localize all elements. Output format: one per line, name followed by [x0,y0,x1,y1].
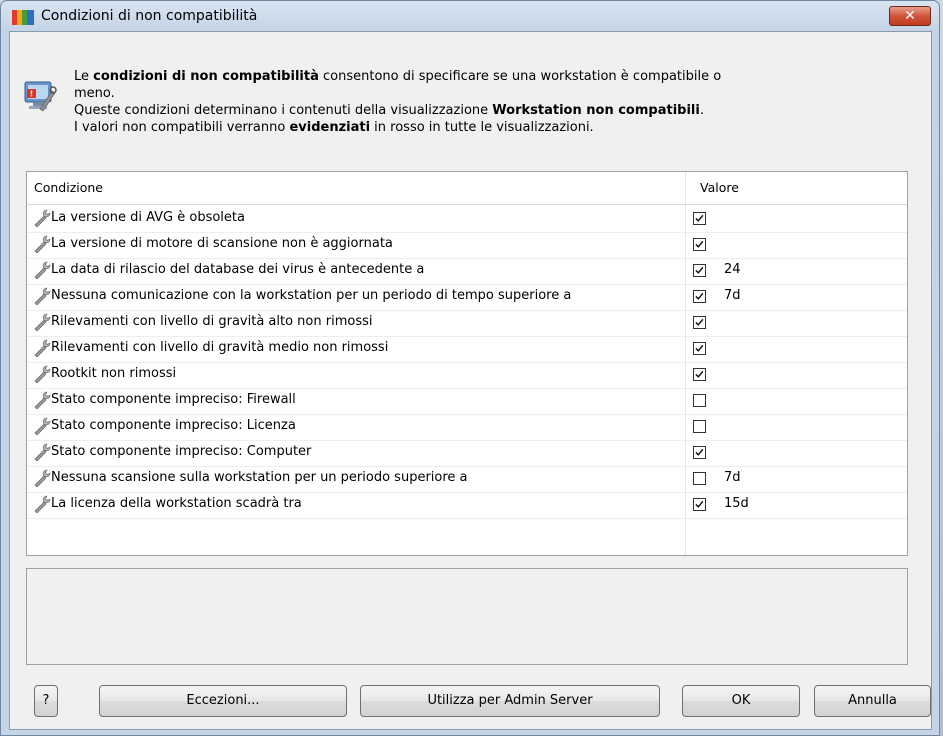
checkmark-icon [695,344,704,352]
condition-checkbox[interactable] [693,212,706,225]
condition-checkbox[interactable] [693,498,706,511]
checkmark-icon [695,214,704,222]
wrench-icon [33,443,53,462]
condition-checkbox[interactable] [693,446,706,459]
wrench-icon [33,469,53,488]
wrench-icon [33,391,53,410]
condition-checkbox[interactable] [693,472,706,485]
checkmark-icon [695,500,704,508]
info-line3-post: . [699,103,704,118]
svg-text:!: ! [30,90,34,99]
condition-checkbox[interactable] [693,290,706,303]
description-panel [26,568,908,665]
table-row[interactable]: Nessuna scansione sulla workstation per … [27,466,907,493]
wrench-icon [33,365,53,384]
dialog-window: Condizioni di non compatibilità ✕ ! Le c… [0,0,940,736]
info-line4-post: in rosso in tutte le visualizzazioni. [370,120,594,135]
wrench-icon [33,313,53,332]
condition-label: Stato componente impreciso: Computer [51,444,312,459]
column-header-value[interactable]: Valore [700,180,739,195]
info-description: Le condizioni di non compatibilità conse… [74,68,914,136]
table-row[interactable]: Stato componente impreciso: Computer [27,440,907,467]
ok-button[interactable]: OK [682,685,800,717]
condition-checkbox[interactable] [693,368,706,381]
condition-checkbox[interactable] [693,420,706,433]
condition-label: Rilevamenti con livello di gravità alto … [51,314,373,329]
condition-checkbox[interactable] [693,316,706,329]
table-row[interactable]: Rilevamenti con livello di gravità alto … [27,310,907,337]
wrench-icon [33,339,53,358]
checkmark-icon [695,240,704,248]
info-line1-bold: condizioni di non compatibilità [93,69,319,84]
condition-checkbox[interactable] [693,394,706,407]
checkmark-icon [695,266,704,274]
title-bar[interactable]: Condizioni di non compatibilità ✕ [1,1,939,31]
condition-label: La licenza della workstation scadrà tra [51,496,302,511]
avg-logo-icon [12,10,34,25]
checkmark-icon [695,292,704,300]
condition-checkbox[interactable] [693,264,706,277]
table-row[interactable]: La licenza della workstation scadrà tra 1… [27,492,907,519]
info-line2: meno. [74,86,115,101]
condition-value[interactable]: 24 [724,262,741,277]
table-row[interactable]: Rootkit non rimossi [27,362,907,389]
condition-value[interactable]: 7d [724,288,741,303]
table-row[interactable]: La versione di AVG è obsoleta [27,206,907,233]
wrench-icon [33,235,53,254]
condition-label: La versione di AVG è obsoleta [51,210,245,225]
workstation-wrench-icon: ! [24,81,57,112]
condition-label: Rootkit non rimossi [51,366,177,381]
window-title: Condizioni di non compatibilità [41,8,258,24]
table-row[interactable]: Rilevamenti con livello di gravità medio… [27,336,907,363]
wrench-icon [33,209,53,228]
checkmark-icon [695,318,704,326]
wrench-icon [33,417,53,436]
info-line1-pre: Le [74,69,94,84]
condition-label: Nessuna comunicazione con la workstation… [51,288,572,303]
wrench-icon [33,495,53,514]
condition-label: Stato componente impreciso: Licenza [51,418,296,433]
close-icon: ✕ [904,8,916,24]
conditions-table[interactable]: Condizione Valore La versione di AVG è o… [26,171,908,556]
info-line3-pre: Queste condizioni determinano i contenut… [74,103,493,118]
table-row[interactable]: La data di rilascio del database dei vir… [27,258,907,285]
condition-value[interactable]: 7d [724,470,741,485]
info-line4-bold: evidenziati [289,120,371,135]
condition-label: La data di rilascio del database dei vir… [51,262,425,277]
table-header: Condizione Valore [27,172,907,205]
condition-label: Stato componente impreciso: Firewall [51,392,296,407]
use-for-admin-server-button[interactable]: Utilizza per Admin Server [360,685,660,717]
condition-value[interactable]: 15d [724,496,749,511]
condition-checkbox[interactable] [693,342,706,355]
condition-label: La versione di motore di scansione non è… [51,236,393,251]
table-row[interactable]: La versione di motore di scansione non è… [27,232,907,259]
info-line4-pre: I valori non compatibili verranno [74,120,290,135]
column-header-condition[interactable]: Condizione [34,180,103,195]
info-line1-post: consentono di specificare se una worksta… [318,69,722,84]
condition-label: Rilevamenti con livello di gravità medio… [51,340,389,355]
exceptions-button[interactable]: Eccezioni... [99,685,347,717]
help-button[interactable]: ? [34,685,58,717]
close-button[interactable]: ✕ [889,6,931,26]
table-row[interactable]: Nessuna comunicazione con la workstation… [27,284,907,311]
checkmark-icon [695,370,704,378]
table-row[interactable]: Stato componente impreciso: Licenza [27,414,907,441]
condition-checkbox[interactable] [693,238,706,251]
checkmark-icon [695,448,704,456]
table-row[interactable]: Stato componente impreciso: Firewall [27,388,907,415]
wrench-icon [33,287,53,306]
wrench-icon [33,261,53,280]
cancel-button[interactable]: Annulla [814,685,931,717]
info-line3-bold: Workstation non compatibili [492,103,700,118]
condition-label: Nessuna scansione sulla workstation per … [51,470,468,485]
